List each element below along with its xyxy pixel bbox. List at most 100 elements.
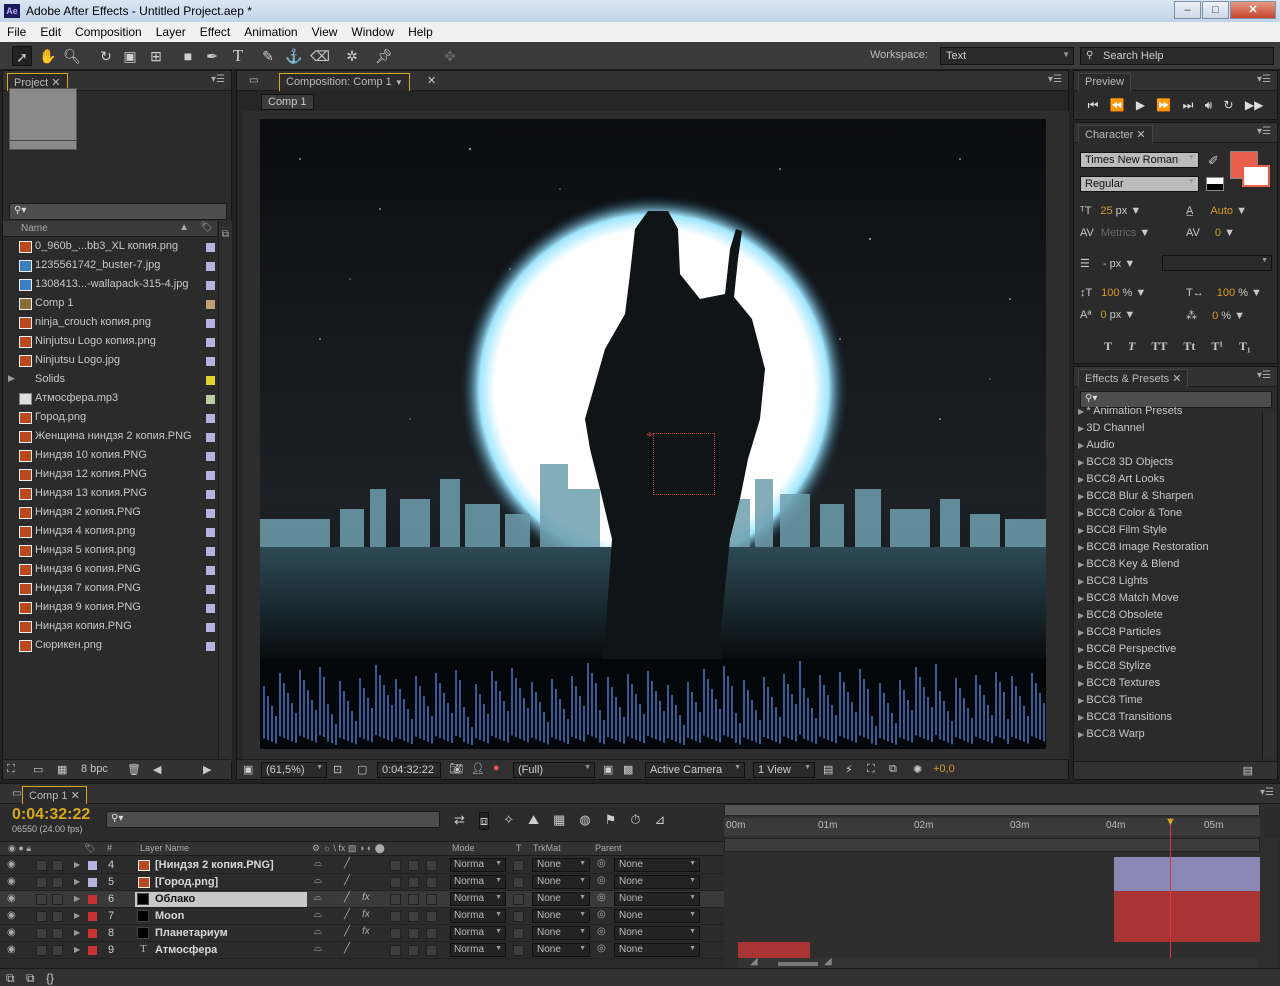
layer-row[interactable]: ◉ ▶ 9 АтмосфераT ⌓ ╱ Norma None ◎ None (0, 942, 724, 959)
label-color-swatch[interactable] (206, 452, 215, 461)
layer-row[interactable]: ◉ ▶ 5 [Город.png] ⌓ ╱ Norma None ◎ None (0, 874, 724, 891)
name-column-label[interactable]: Name (21, 223, 48, 234)
hide-shy-layers-icon[interactable]: ✧ (503, 812, 514, 830)
effect-category[interactable]: BCC8 Blur & Sharpen (1078, 490, 1264, 507)
new-comp-icon[interactable]: ▦ (57, 763, 67, 776)
label-color-swatch[interactable] (206, 395, 215, 404)
current-time-display[interactable]: 0:04:32:22 (377, 762, 441, 778)
draft-3d-icon[interactable]: ⧈ (478, 812, 490, 830)
track-matte-select[interactable]: None (532, 892, 590, 906)
leading-row[interactable]: A̲ Auto ▼ (1186, 205, 1247, 217)
show-snapshot-icon[interactable]: 👤︎ (471, 762, 485, 775)
track-matte-select[interactable]: None (532, 926, 590, 940)
quality-switch-icon[interactable]: ╱ (344, 909, 350, 920)
shy-switch-icon[interactable]: ⌓ (314, 875, 322, 886)
expand-icon[interactable]: ▶ (74, 860, 80, 869)
next-frame-icon[interactable]: ⏩ (1156, 98, 1171, 113)
label-color-swatch[interactable] (206, 300, 215, 309)
subscript-button[interactable]: T₁ (1239, 339, 1251, 354)
project-item[interactable]: Ninjutsu Logo копия.png (3, 333, 217, 352)
panel-menu-icon[interactable]: ▾☰ (1257, 370, 1271, 381)
project-item[interactable]: Ниндзя 7 копия.PNG (3, 580, 217, 599)
close-tab-icon[interactable]: ✕ (427, 74, 436, 87)
rectangle-tool-icon[interactable]: ■ (178, 46, 198, 66)
new-folder-icon[interactable]: ▭ (33, 763, 43, 776)
baseline-shift-value[interactable]: 0 (1100, 309, 1106, 321)
zoom-tool-icon[interactable]: 🔍︎ (62, 46, 82, 66)
toggle-switches-icon[interactable]: ⧉ (6, 971, 15, 986)
project-scrollbar[interactable]: ⧉ (218, 221, 232, 761)
project-item[interactable]: Ninjutsu Logo.jpg (3, 352, 217, 371)
shy-switch-icon[interactable]: ⌓ (314, 858, 322, 869)
lock-icon[interactable]: ▭ (12, 788, 21, 799)
project-item[interactable]: 0_960b_...bb3_XL копия.png (3, 238, 217, 257)
anchor-point-icon[interactable]: ⌖ (646, 427, 653, 442)
new-preset-icon[interactable]: ▤ (1243, 764, 1253, 777)
stroke-width-row[interactable]: ☰ - px ▼ (1080, 257, 1135, 270)
solo-toggle[interactable] (36, 911, 47, 922)
motion-blur-toggle[interactable] (390, 860, 401, 871)
project-item[interactable]: Атмосфера.mp3 (3, 390, 217, 409)
layer-name[interactable]: [Ниндзя 2 копия.PNG] (135, 858, 307, 873)
previous-frame-icon[interactable]: ⏪ (1110, 98, 1125, 113)
project-item[interactable]: Ниндзя 5 копия.png (3, 542, 217, 561)
solo-toggle[interactable] (36, 860, 47, 871)
layer-bar[interactable] (1114, 908, 1260, 925)
layer-row[interactable]: ◉ ▶ 4 [Ниндзя 2 копия.PNG] ⌓ ╱ Norma None ◎ None (0, 857, 724, 874)
blend-mode-select[interactable]: Norma (450, 926, 506, 940)
label-color-swatch[interactable] (206, 471, 215, 480)
preserve-transparency-toggle[interactable] (513, 911, 524, 922)
motion-blur-toggle[interactable] (390, 894, 401, 905)
solo-toggle[interactable] (36, 928, 47, 939)
effect-category[interactable]: BCC8 Obsolete (1078, 609, 1264, 626)
quality-switch-icon[interactable]: ╱ (344, 858, 350, 869)
project-item[interactable]: ninja_crouch копия.png (3, 314, 217, 333)
label-color-swatch[interactable] (206, 490, 215, 499)
effect-category[interactable]: 3D Channel (1078, 422, 1264, 439)
label-color-swatch[interactable] (206, 262, 215, 271)
leading-value[interactable]: Auto (1210, 205, 1233, 217)
preserve-transparency-toggle[interactable] (513, 945, 524, 956)
label-color-swatch[interactable] (206, 585, 215, 594)
parent-select[interactable]: None (614, 909, 700, 923)
minimize-button[interactable]: – (1174, 1, 1201, 19)
label-color-swatch[interactable] (206, 414, 215, 423)
lock-toggle[interactable] (52, 894, 63, 905)
project-item[interactable]: 1308413...-wallapack-315-4.jpg (3, 276, 217, 295)
ram-preview-icon[interactable]: ▶▶ (1245, 98, 1263, 113)
effect-category[interactable]: BCC8 Stylize (1078, 660, 1264, 677)
label-color-swatch[interactable] (206, 642, 215, 651)
panel-menu-icon[interactable]: ▾☰ (1257, 126, 1271, 137)
eyedropper-icon[interactable]: ✐ (1208, 153, 1219, 169)
label-color-swatch[interactable] (206, 604, 215, 613)
layer-bar[interactable] (1114, 925, 1260, 942)
label-color-swatch[interactable] (206, 547, 215, 556)
pickwhip-icon[interactable]: ◎ (597, 892, 606, 903)
adjustment-toggle[interactable] (408, 860, 419, 871)
3d-layer-toggle[interactable] (426, 945, 437, 956)
tsume-row[interactable]: ⁂ 0 % ▼ (1186, 309, 1245, 322)
rotation-tool-icon[interactable]: ↻ (96, 46, 116, 66)
menu-animation[interactable]: Animation (237, 25, 304, 39)
zoom-slider[interactable] (778, 962, 818, 966)
pickwhip-icon[interactable]: ◎ (597, 909, 606, 920)
font-family-select[interactable]: Times New Roman (1080, 152, 1199, 168)
work-area-bar[interactable] (724, 804, 1260, 816)
parent-select[interactable]: None (614, 892, 700, 906)
superscript-button[interactable]: T¹ (1211, 339, 1223, 354)
project-item[interactable]: Город.png (3, 409, 217, 428)
effect-category[interactable]: BCC8 Film Style (1078, 524, 1264, 541)
layer-name[interactable]: Облако (135, 892, 307, 907)
horizontal-scale-row[interactable]: T↔ 100 % ▼ (1186, 287, 1262, 299)
label-color-swatch[interactable] (206, 433, 215, 442)
toggle-in-out-icon[interactable]: {} (46, 971, 54, 985)
label-color-swatch[interactable] (88, 912, 97, 921)
layer-row[interactable]: ◉ ▶ 6 Облако ⌓ ╱ fx Norma None ◎ None (0, 891, 724, 908)
timeline-icon[interactable]: ⛶ (867, 763, 875, 776)
fast-previews-icon[interactable]: ⚡︎ (845, 763, 853, 776)
solo-toggle[interactable] (36, 877, 47, 888)
project-item[interactable]: Ниндзя 13 копия.PNG (3, 485, 217, 504)
shy-switch-icon[interactable]: ⌓ (314, 892, 322, 903)
layer-bar[interactable] (1114, 857, 1260, 874)
expand-icon[interactable]: ▶ (74, 911, 80, 920)
